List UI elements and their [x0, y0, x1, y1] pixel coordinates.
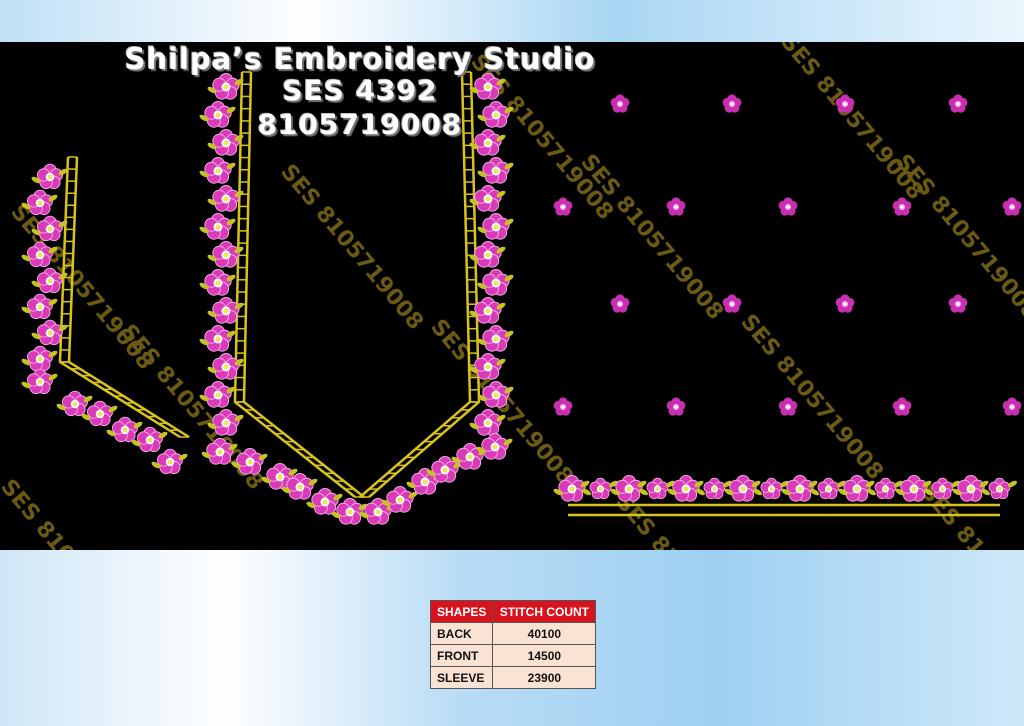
scattered-flower [722, 94, 742, 113]
watermark-text: SES 8105719008 [0, 475, 148, 550]
embroidery-flower [204, 269, 232, 296]
scattered-flower [553, 197, 573, 216]
watermark-text: SES 8105719008 [735, 310, 887, 485]
embroidery-flower [482, 269, 510, 296]
stitch-count-table: SHAPES STITCH COUNT BACK 40100 FRONT 145… [429, 600, 597, 689]
embroidery-flower [786, 475, 814, 502]
embroidery-flower [900, 475, 928, 502]
scattered-flower [948, 294, 968, 313]
embroidery-flower [111, 416, 139, 443]
embroidery-flower [672, 475, 700, 502]
embroidery-flower [311, 488, 339, 515]
shape-cell: FRONT [429, 644, 494, 667]
embroidery-flower [86, 400, 114, 427]
embroidery-flower [36, 163, 64, 190]
embroidery-flower [482, 325, 510, 352]
embroidery-flower [615, 475, 643, 502]
count-cell: 23900 [492, 666, 597, 689]
embroidery-flower [474, 241, 502, 268]
shape-cell: SLEEVE [429, 666, 494, 689]
embroidery-flower [26, 345, 54, 372]
embroidery-flower [760, 477, 783, 500]
embroidery-flower [26, 189, 54, 216]
embroidery-flower [481, 433, 509, 460]
embroidery-flower [874, 477, 897, 500]
embroidery-flower [482, 213, 510, 240]
scattered-flower [1002, 397, 1022, 416]
watermark-text: SES 8105719008 [275, 160, 427, 335]
embroidery-flower [589, 477, 612, 500]
embroidery-flower [386, 486, 414, 513]
studio-title: Shilpa’s Embroidery Studio [124, 42, 596, 76]
scattered-flower [778, 397, 798, 416]
embroidery-flower [36, 319, 64, 346]
embroidery-flower [212, 297, 240, 324]
table-row: FRONT 14500 [429, 644, 597, 667]
table-row: SLEEVE 23900 [429, 666, 597, 689]
embroidery-flower [61, 390, 89, 417]
table-header-row: SHAPES STITCH COUNT [429, 600, 597, 623]
embroidery-flower [212, 241, 240, 268]
embroidery-flower [26, 293, 54, 320]
embroidery-design-panel: SES 8105719008 SES 8105719008 SES 81057190… [0, 42, 1024, 550]
embroidery-flower [212, 185, 240, 212]
embroidery-flower [646, 477, 669, 500]
embroidery-flower [336, 498, 364, 525]
embroidery-flower [817, 477, 840, 500]
embroidery-flower [703, 477, 726, 500]
studio-phone: 8105719008 [257, 108, 463, 141]
embroidery-flower [212, 409, 240, 436]
embroidery-flower [26, 368, 54, 395]
table-row: BACK 40100 [429, 622, 597, 645]
embroidery-flower [204, 157, 232, 184]
watermark-text: SES 8105719008 [575, 150, 727, 325]
embroidery-flower [988, 477, 1011, 500]
scattered-flower [948, 94, 968, 113]
embroidery-flower [482, 157, 510, 184]
embroidery-flower [204, 325, 232, 352]
embroidery-flower [729, 475, 757, 502]
embroidery-flower [204, 213, 232, 240]
scattered-flower [666, 397, 686, 416]
scattered-flower [1002, 197, 1022, 216]
scattered-flower [553, 397, 573, 416]
scattered-flower [610, 294, 630, 313]
scattered-flower [892, 397, 912, 416]
design-code: SES 4392 [282, 74, 438, 107]
embroidery-flower [136, 426, 164, 453]
scattered-flower [835, 294, 855, 313]
shapes-header: SHAPES [429, 600, 494, 623]
scattered-flower [778, 197, 798, 216]
top-gradient-band [0, 0, 1024, 42]
embroidery-flower [204, 381, 232, 408]
scattered-flower [722, 294, 742, 313]
count-cell: 14500 [492, 644, 597, 667]
embroidery-flower [957, 475, 985, 502]
scattered-flower [666, 197, 686, 216]
count-cell: 40100 [492, 622, 597, 645]
stitch-count-header: STITCH COUNT [492, 600, 597, 623]
embroidery-flower [156, 448, 184, 475]
embroidery-flower [474, 297, 502, 324]
shape-cell: BACK [429, 622, 494, 645]
embroidery-flower [474, 185, 502, 212]
